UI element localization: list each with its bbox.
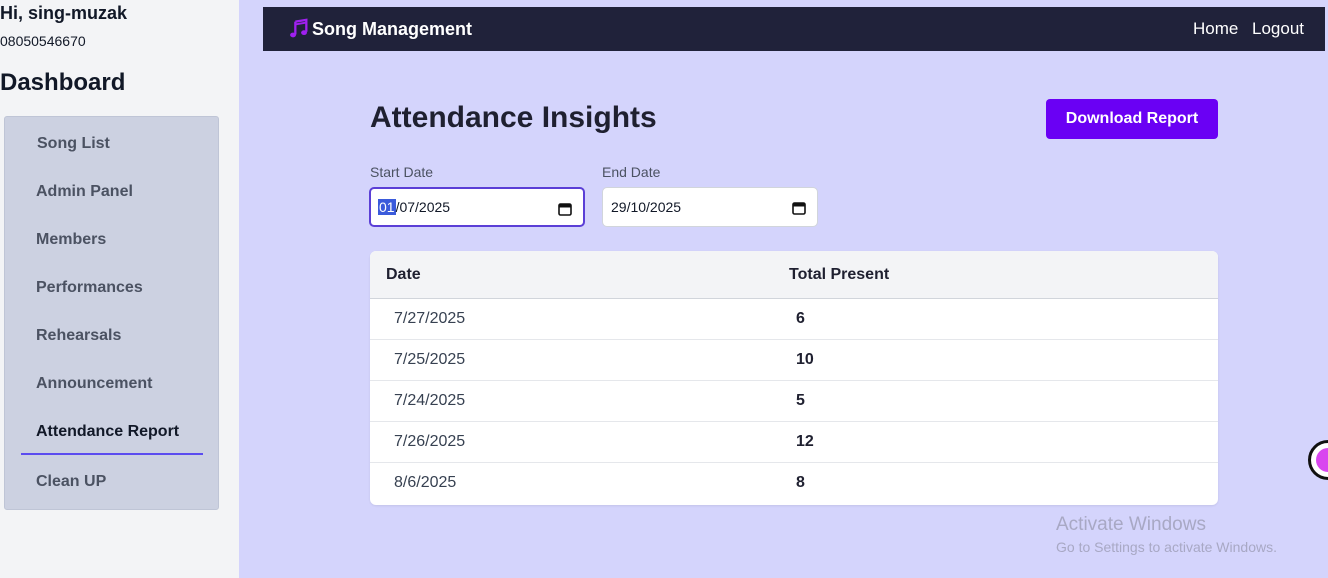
sidebar-item-rehearsals[interactable]: Rehearsals bbox=[36, 327, 121, 345]
top-navbar: Song Management Home Logout bbox=[263, 7, 1325, 51]
sidebar-menu: Song List Admin Panel Members Performanc… bbox=[4, 116, 219, 510]
download-report-button[interactable]: Download Report bbox=[1046, 99, 1218, 139]
cell-total-present: 10 bbox=[796, 351, 814, 368]
cell-date: 8/6/2025 bbox=[394, 474, 457, 491]
sidebar-item-performances[interactable]: Performances bbox=[36, 279, 143, 297]
page-title: Attendance Insights bbox=[370, 101, 657, 134]
table-header: Date Total Present bbox=[370, 251, 1218, 299]
cell-total-present: 5 bbox=[796, 392, 805, 409]
activate-windows-title: Activate Windows bbox=[1056, 514, 1206, 535]
user-greeting: Hi, sing-muzak bbox=[0, 3, 128, 23]
start-date-rest: /07/2025 bbox=[395, 199, 451, 215]
table-row: 7/24/2025 5 bbox=[370, 381, 1218, 422]
end-date-label: End Date bbox=[602, 164, 661, 180]
cell-date: 7/26/2025 bbox=[394, 433, 466, 450]
table-row: 7/26/2025 12 bbox=[370, 422, 1218, 463]
brand-title: Song Management bbox=[312, 18, 473, 39]
table-row: 7/27/2025 6 bbox=[370, 299, 1218, 340]
activate-windows-subtitle: Go to Settings to activate Windows. bbox=[1056, 539, 1277, 555]
table-row: 7/25/2025 10 bbox=[370, 340, 1218, 381]
calendar-icon[interactable] bbox=[558, 202, 572, 216]
end-date-value: 29/10/2025 bbox=[611, 199, 682, 215]
sidebar-item-admin-panel[interactable]: Admin Panel bbox=[36, 183, 133, 201]
brand-link[interactable]: Song Management bbox=[288, 18, 472, 40]
calendar-icon[interactable] bbox=[792, 201, 806, 215]
sidebar-item-announcement[interactable]: Announcement bbox=[36, 375, 152, 393]
left-sidebar: Hi, sing-muzak 08050546670 Dashboard Son… bbox=[0, 0, 239, 578]
nav-logout-link[interactable]: Logout bbox=[1252, 19, 1304, 39]
start-date-label: Start Date bbox=[370, 164, 434, 180]
nav-home-link[interactable]: Home bbox=[1193, 19, 1238, 39]
sidebar-item-attendance-report[interactable]: Attendance Report bbox=[36, 423, 179, 441]
cell-date: 7/27/2025 bbox=[394, 310, 466, 327]
cell-total-present: 6 bbox=[796, 310, 805, 327]
cell-total-present: 8 bbox=[796, 474, 805, 491]
start-date-input[interactable]: 01/07/2025 bbox=[369, 187, 585, 227]
column-header-total-present: Total Present bbox=[789, 266, 890, 283]
active-item-underline bbox=[21, 453, 203, 455]
music-note-icon bbox=[290, 18, 308, 38]
assistant-avatar bbox=[1316, 448, 1328, 472]
sidebar-item-clean-up[interactable]: Clean UP bbox=[36, 473, 106, 491]
cell-total-present: 12 bbox=[796, 433, 814, 450]
cell-date: 7/24/2025 bbox=[394, 392, 466, 409]
end-date-input[interactable]: 29/10/2025 bbox=[602, 187, 818, 227]
start-date-day-segment: 01 bbox=[378, 199, 396, 215]
sidebar-item-members[interactable]: Members bbox=[36, 231, 106, 249]
user-phone: 08050546670 bbox=[0, 33, 86, 49]
sidebar-item-song-list[interactable]: Song List bbox=[37, 135, 110, 153]
column-header-date: Date bbox=[386, 266, 421, 283]
attendance-table: Date Total Present 7/27/2025 6 7/25/2025… bbox=[370, 251, 1218, 505]
table-row: 8/6/2025 8 bbox=[370, 463, 1218, 504]
floating-assistant-icon[interactable] bbox=[1308, 440, 1328, 480]
dashboard-title: Dashboard bbox=[0, 69, 126, 96]
cell-date: 7/25/2025 bbox=[394, 351, 466, 368]
